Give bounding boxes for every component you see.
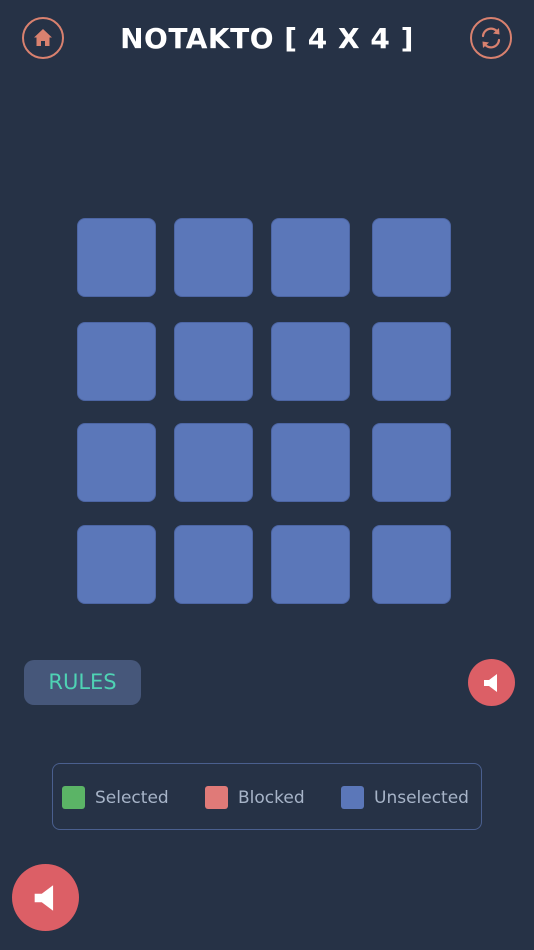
legend-item-selected: Selected: [62, 786, 169, 809]
unselected-swatch: [341, 786, 364, 809]
board-cell[interactable]: [174, 525, 253, 604]
board-cell[interactable]: [271, 322, 350, 401]
legend-item-blocked: Blocked: [205, 786, 305, 809]
legend-label-selected: Selected: [95, 787, 169, 808]
board-cell[interactable]: [271, 525, 350, 604]
speaker-icon: [483, 673, 497, 692]
board-cell[interactable]: [77, 322, 156, 401]
board-cell[interactable]: [372, 423, 451, 502]
sound-toggle-button[interactable]: [468, 659, 515, 706]
reset-button[interactable]: [470, 17, 512, 59]
rules-button[interactable]: RULES: [24, 660, 141, 705]
board-cell[interactable]: [372, 322, 451, 401]
board-cell[interactable]: [77, 525, 156, 604]
legend-label-blocked: Blocked: [238, 787, 305, 808]
board-cell[interactable]: [174, 218, 253, 297]
board-cell[interactable]: [372, 525, 451, 604]
board-cell[interactable]: [174, 322, 253, 401]
sound-button[interactable]: [12, 864, 79, 931]
legend: Selected Blocked Unselected: [52, 763, 482, 830]
board-cell[interactable]: [271, 218, 350, 297]
board-cell[interactable]: [174, 423, 253, 502]
blocked-swatch: [205, 786, 228, 809]
page-title: NOTAKTO [ 4 X 4 ]: [120, 22, 414, 55]
refresh-icon: [481, 27, 501, 49]
selected-swatch: [62, 786, 85, 809]
board-cell[interactable]: [77, 423, 156, 502]
legend-label-unselected: Unselected: [374, 787, 469, 808]
board-cell[interactable]: [271, 423, 350, 502]
legend-item-unselected: Unselected: [341, 786, 469, 809]
board-cell[interactable]: [372, 218, 451, 297]
speaker-icon: [34, 884, 53, 911]
board-cell[interactable]: [77, 218, 156, 297]
